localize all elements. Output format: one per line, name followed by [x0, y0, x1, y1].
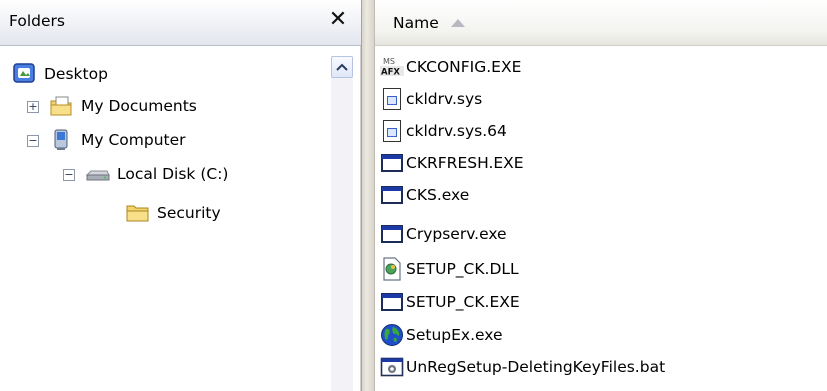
tree-item-security[interactable]: Security	[125, 197, 221, 229]
tree-label-security: Security	[157, 204, 221, 222]
system-file-icon	[380, 119, 404, 143]
file-name: SETUP_CK.DLL	[406, 259, 519, 278]
svg-text:AFX: AFX	[381, 67, 400, 77]
collapse-my-computer[interactable]: −	[27, 135, 39, 147]
tree-label-my-documents: My Documents	[81, 97, 197, 115]
close-folders-button[interactable]: ✕	[326, 9, 350, 33]
folder-tree-scrollbar[interactable]	[331, 56, 353, 391]
file-row[interactable]: CKS.exe	[380, 179, 469, 210]
file-row[interactable]: SETUP_CK.DLL	[380, 253, 519, 284]
file-name: ckldrv.sys.64	[406, 121, 507, 140]
tree-item-my-computer[interactable]: My Computer	[49, 124, 186, 156]
application-icon	[380, 151, 404, 175]
files-pane: Name MS AFX CKCONFIG.EXE ckldrv.sys ckld…	[375, 0, 827, 391]
tree-label-desktop: Desktop	[44, 65, 108, 83]
tree-item-local-disk[interactable]: Local Disk (C:)	[85, 158, 228, 190]
chevron-up-icon	[336, 63, 348, 71]
globe-icon	[380, 323, 404, 347]
file-row[interactable]: Crypserv.exe	[380, 218, 507, 249]
file-row[interactable]: CKRFRESH.EXE	[380, 147, 524, 178]
application-icon	[380, 183, 404, 207]
file-name: SETUP_CK.EXE	[406, 292, 520, 311]
column-header-bar: Name	[375, 0, 827, 46]
file-row[interactable]: ckldrv.sys	[380, 83, 482, 114]
my-documents-icon	[49, 94, 75, 118]
tree-item-desktop[interactable]: Desktop	[12, 58, 108, 90]
name-column-label: Name	[393, 14, 439, 32]
tree-label-my-computer: My Computer	[81, 131, 186, 149]
file-name: SetupEx.exe	[406, 325, 503, 344]
file-name: CKRFRESH.EXE	[406, 153, 524, 172]
desktop-icon	[12, 62, 38, 86]
application-icon	[380, 222, 404, 246]
file-name: Crypserv.exe	[406, 224, 507, 243]
local-disk-icon	[85, 162, 111, 186]
file-row[interactable]: UnRegSetup-DeletingKeyFiles.bat	[380, 351, 665, 382]
sort-ascending-icon	[450, 19, 465, 27]
application-icon	[380, 290, 404, 314]
folders-header: Folders ✕	[0, 0, 361, 46]
tree-label-local-disk: Local Disk (C:)	[117, 165, 229, 183]
name-column-header[interactable]: Name	[375, 0, 827, 46]
file-name: ckldrv.sys	[406, 89, 483, 108]
file-name: UnRegSetup-DeletingKeyFiles.bat	[406, 357, 666, 376]
scroll-up-button[interactable]	[331, 56, 353, 78]
svg-text:MS: MS	[383, 57, 395, 66]
collapse-local-disk[interactable]: −	[63, 169, 75, 181]
file-name: CKS.exe	[406, 185, 470, 204]
folder-tree: Desktop + My Documents − My Computer − L…	[0, 46, 361, 391]
file-row[interactable]: SetupEx.exe	[380, 319, 503, 350]
pane-splitter[interactable]	[361, 0, 375, 391]
batch-file-icon	[380, 355, 404, 379]
folders-pane: Folders ✕ Desktop + My Documents − My Co…	[0, 0, 361, 391]
folders-title: Folders	[9, 12, 65, 30]
system-file-icon	[380, 87, 404, 111]
file-row[interactable]: SETUP_CK.EXE	[380, 286, 520, 317]
dll-icon	[380, 256, 404, 281]
file-name: CKCONFIG.EXE	[406, 57, 522, 76]
file-row[interactable]: ckldrv.sys.64	[380, 115, 507, 146]
tree-item-my-documents[interactable]: My Documents	[49, 90, 197, 122]
file-row[interactable]: MS AFX CKCONFIG.EXE	[380, 51, 521, 82]
mfc-app-icon: MS AFX	[380, 55, 404, 79]
my-computer-icon	[49, 128, 75, 152]
expand-my-documents[interactable]: +	[27, 101, 39, 113]
folder-icon	[125, 201, 151, 225]
